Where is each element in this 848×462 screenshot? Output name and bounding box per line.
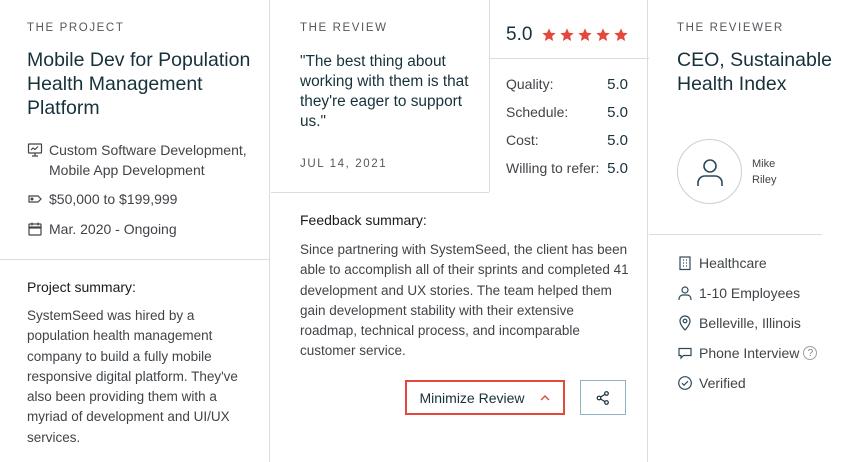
score-label: Quality: [506, 76, 554, 92]
reviewer-name: Mike Riley [752, 158, 777, 186]
project-budget-text: $50,000 to $199,999 [49, 191, 178, 207]
score-row-quality: Quality: 5.0 [506, 76, 628, 93]
project-summary: SystemSeed was hired by a population hea… [27, 308, 238, 445]
minimize-review-button[interactable]: Minimize Review [405, 380, 565, 415]
share-button[interactable] [580, 380, 626, 415]
building-icon [679, 256, 691, 271]
project-timeline-text: Mar. 2020 - Ongoing [49, 221, 177, 237]
verified-check-icon [678, 376, 692, 390]
feedback-summary: Since partnering with SystemSeed, the cl… [300, 242, 629, 359]
share-icon [596, 390, 609, 405]
reviewer-title: CEO, Sustainable Health Index [677, 49, 833, 95]
review-date: JUL 14, 2021 [300, 158, 388, 170]
minimize-review-label: Minimize Review [419, 389, 525, 406]
project-eyebrow: THE PROJECT [27, 22, 125, 34]
presentation-icon [27, 143, 43, 157]
score-panel: 5.0 Quality: 5.0 Schedule: 5.0 Cost: 5.0… [489, 0, 649, 192]
score-value: 5.0 [607, 104, 628, 121]
review-eyebrow: THE REVIEW [300, 22, 388, 34]
score-row-refer: Willing to refer: 5.0 [506, 160, 628, 177]
overall-rating: 5.0 [506, 24, 629, 46]
star-icon [596, 28, 611, 41]
reviewer-location: Belleville, Illinois [677, 315, 801, 331]
divider [271, 192, 489, 193]
reviewer-verified: Verified [677, 375, 746, 391]
star-icon [560, 28, 575, 41]
reviewer-employees: 1-10 Employees [677, 285, 800, 301]
user-icon [696, 158, 723, 186]
reviewer-location-text: Belleville, Illinois [699, 315, 801, 331]
reviewer-interview: Phone Interview ? [677, 345, 818, 361]
project-services: Custom Software Development, Mobile App … [27, 140, 254, 180]
score-value: 5.0 [607, 132, 628, 149]
project-timeline: Mar. 2020 - Ongoing [27, 219, 177, 239]
feedback-summary-title: Feedback summary: [300, 212, 427, 228]
score-row-schedule: Schedule: 5.0 [506, 104, 628, 121]
star-icon [614, 28, 629, 41]
score-value: 5.0 [607, 160, 628, 177]
star-icon [578, 28, 593, 41]
score-label: Cost: [506, 132, 539, 148]
project-column: THE PROJECT Mobile Dev for Population He… [0, 0, 270, 462]
project-services-text: Custom Software Development, Mobile App … [49, 142, 247, 178]
chevron-up-icon [540, 394, 550, 400]
reviewer-column: THE REVIEWER CEO, Sustainable Health Ind… [649, 0, 848, 462]
overall-score: 5.0 [506, 24, 533, 45]
calendar-icon [28, 222, 42, 236]
score-value: 5.0 [607, 76, 628, 93]
review-column: THE REVIEW "The best thing about working… [271, 0, 649, 462]
chat-bubble-icon [678, 347, 692, 360]
project-summary-title: Project summary: [27, 279, 136, 295]
person-icon [678, 286, 692, 300]
star-icon [542, 28, 557, 41]
star-rating [541, 27, 629, 43]
location-pin-icon [679, 315, 691, 331]
reviewer-industry-text: Healthcare [699, 255, 767, 271]
divider [0, 259, 270, 260]
review-quote: "The best thing about working with them … [300, 53, 469, 130]
reviewer-employees-text: 1-10 Employees [699, 285, 801, 301]
reviewer-eyebrow: THE REVIEWER [677, 22, 784, 34]
project-title: Mobile Dev for Population Health Managem… [27, 49, 251, 119]
avatar [677, 139, 742, 204]
score-label: Willing to refer: [506, 160, 600, 176]
score-row-cost: Cost: 5.0 [506, 132, 628, 149]
help-icon[interactable]: ? [803, 346, 818, 360]
score-label: Schedule: [506, 104, 569, 120]
reviewer-industry: Healthcare [677, 255, 767, 271]
reviewer-verified-text: Verified [699, 375, 746, 391]
project-budget: $50,000 to $199,999 [27, 189, 177, 209]
reviewer-interview-text: Phone Interview [699, 345, 800, 361]
divider [490, 58, 649, 59]
price-tag-icon [28, 195, 42, 203]
divider [649, 234, 822, 235]
